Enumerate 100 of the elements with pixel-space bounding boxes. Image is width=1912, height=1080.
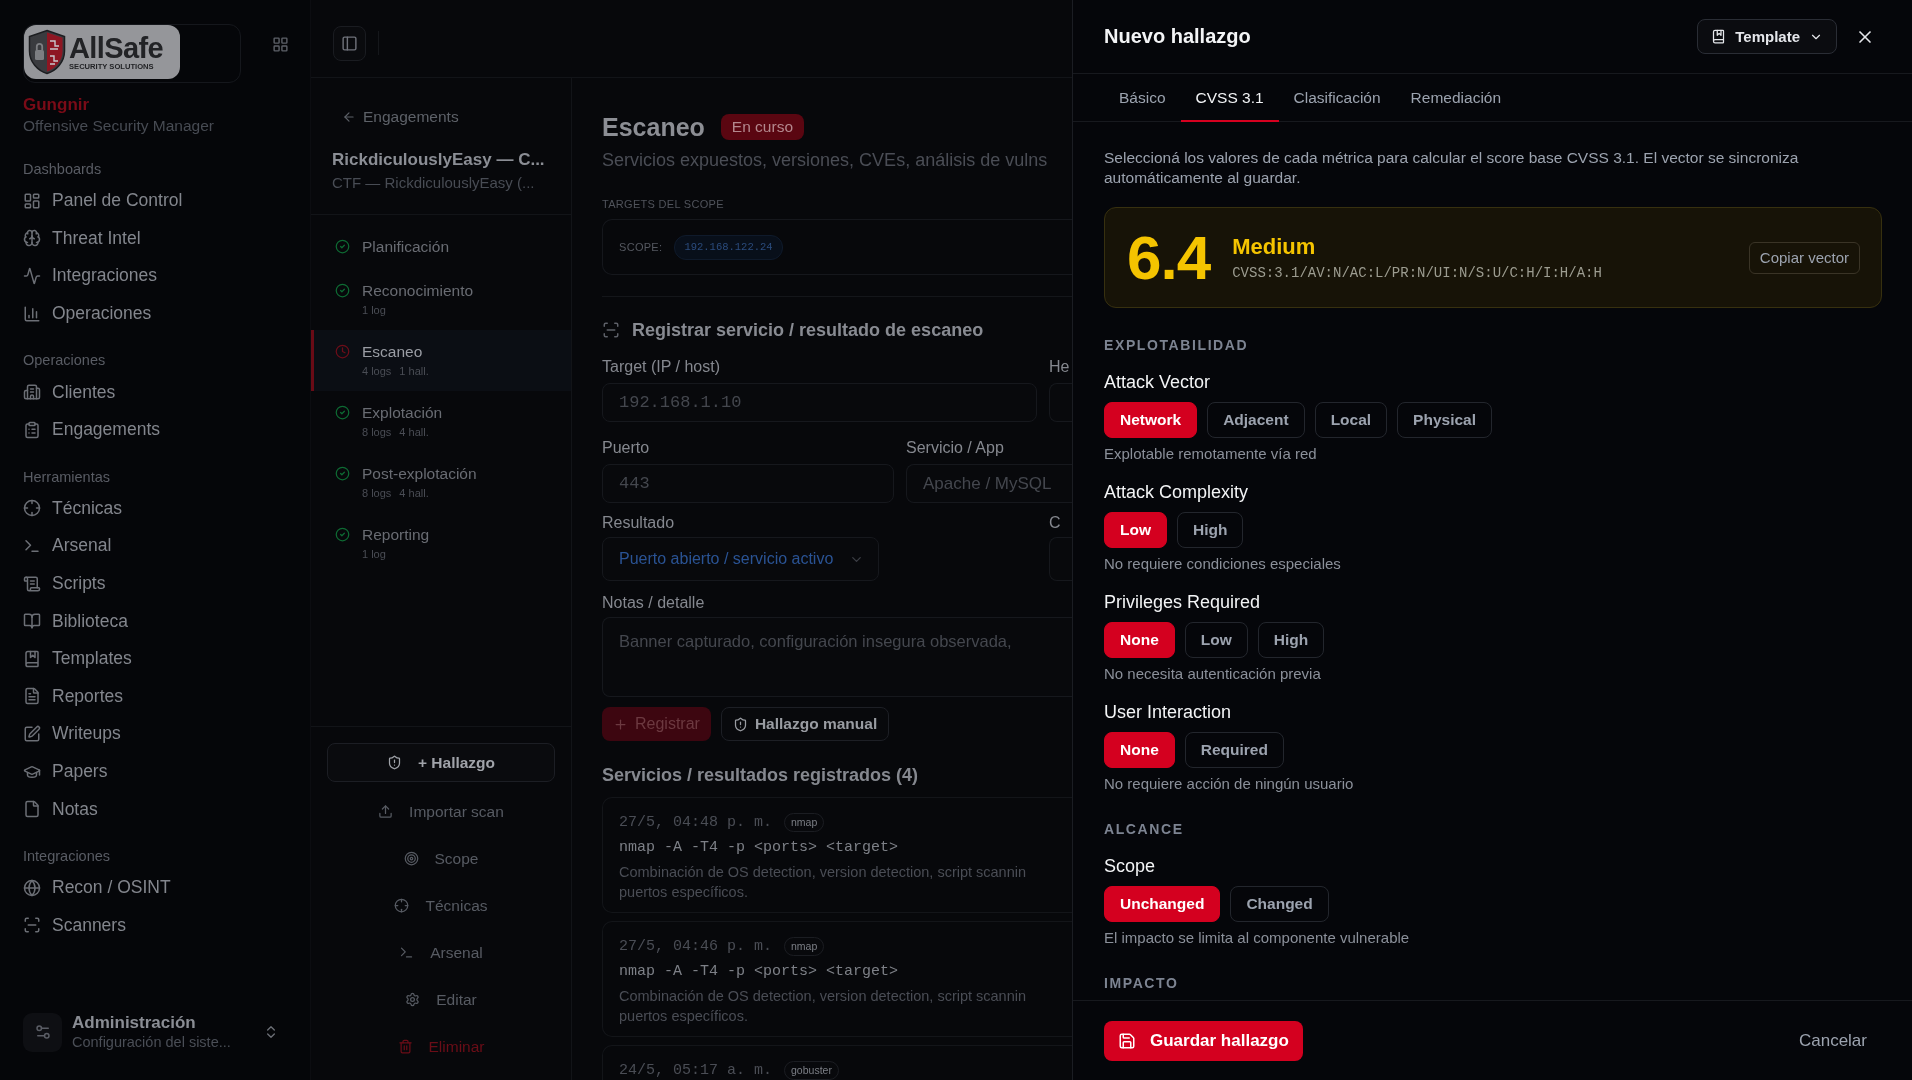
nav-item[interactable]: Panel de Control: [23, 182, 310, 220]
phase-item[interactable]: Reporting 1 log: [311, 513, 571, 574]
nav-item[interactable]: Recon / OSINT: [23, 868, 310, 907]
input-field[interactable]: 192.168.1.10: [602, 383, 1037, 422]
nav-item[interactable]: Papers: [23, 752, 310, 791]
tab[interactable]: Básico: [1104, 74, 1181, 122]
nav-item[interactable]: Clientes: [23, 373, 310, 411]
tab[interactable]: Remediación: [1395, 74, 1517, 122]
nav-item[interactable]: Scanners: [23, 906, 310, 945]
nav-item[interactable]: Integraciones: [23, 257, 310, 295]
nav-item[interactable]: Reportes: [23, 677, 310, 716]
option-button[interactable]: None: [1104, 622, 1175, 658]
clipboard-icon: [23, 420, 41, 439]
nav-item[interactable]: Arsenal: [23, 527, 310, 565]
nav-heading: Operaciones: [23, 351, 107, 371]
action-button[interactable]: Scope: [327, 835, 555, 882]
dashboard-icon: [23, 191, 41, 210]
nav-item[interactable]: Biblioteca: [23, 602, 310, 640]
phase-item[interactable]: Reconocimiento 1 log: [311, 269, 571, 330]
scan-icon: [23, 916, 41, 935]
option-button[interactable]: High: [1257, 622, 1325, 658]
records-heading: Servicios / resultados registrados (4): [602, 764, 920, 787]
crosshair-icon: [394, 898, 410, 913]
nav-item[interactable]: Scripts: [23, 564, 310, 603]
account-title: Administración: [72, 1012, 197, 1033]
metric-label: Attack Complexity: [1104, 481, 1250, 504]
phase-item[interactable]: Planificación: [311, 225, 571, 269]
metric-label: User Interaction: [1104, 701, 1233, 724]
nav-item[interactable]: Técnicas: [23, 489, 310, 528]
metric-label: Scope: [1104, 855, 1157, 878]
metric-hint: No requiere condiciones especiales: [1104, 555, 1342, 573]
action-button[interactable]: Técnicas: [327, 882, 555, 929]
option-button[interactable]: Local: [1314, 402, 1388, 438]
option-button[interactable]: High: [1177, 512, 1244, 548]
notes-field[interactable]: Banner capturado, configuración insegura observada,: [602, 617, 1072, 697]
grid-icon[interactable]: [272, 36, 289, 53]
engagement-subtitle: CTF — RickdiculouslyEasy (...: [332, 173, 536, 193]
app-name: Gungnir: [23, 94, 91, 116]
tool-tag: nmap: [784, 812, 825, 832]
copy-button[interactable]: Copiar vector: [1748, 241, 1860, 274]
option-button[interactable]: Required: [1184, 732, 1284, 768]
phase-title: Escaneo: [602, 112, 705, 142]
record-description: Combinación de OS detection, version detection, script scannin puertos específicos.: [619, 863, 1028, 902]
option-button[interactable]: Low: [1104, 512, 1167, 548]
nav-heading: Dashboards: [23, 160, 103, 179]
nav-heading: Integraciones: [23, 846, 112, 866]
option-button[interactable]: None: [1104, 732, 1175, 768]
metric-hint: No necesita autenticación previa: [1104, 665, 1322, 683]
phase-meta: 4 hall.: [399, 425, 429, 440]
tab[interactable]: Clasificación: [1278, 74, 1396, 122]
app-subtitle: Offensive Security Manager: [23, 116, 215, 136]
nav-item[interactable]: Threat Intel: [23, 219, 310, 258]
metric-label: Privileges Required: [1104, 591, 1262, 614]
target-chip: 192.168.122.24: [674, 234, 783, 260]
cancel-button[interactable]: Cancelar: [1784, 1020, 1881, 1061]
save-button[interactable]: Guardar hallazgo: [1104, 1020, 1303, 1061]
phase-meta: 4 logs: [362, 364, 392, 379]
action-button[interactable]: Editar: [327, 976, 555, 1023]
field-label: Target (IP / host): [602, 357, 721, 377]
pulse-icon: [23, 267, 41, 285]
input-field[interactable]: 443: [602, 464, 894, 503]
action-button[interactable]: Arsenal: [327, 929, 555, 976]
template-button[interactable]: Template: [1697, 19, 1837, 54]
nav-item[interactable]: Engagements: [23, 410, 310, 449]
file-icon: [23, 800, 41, 819]
field-label: Servicio / App: [906, 438, 1005, 458]
back-link[interactable]: Engagements: [332, 106, 459, 128]
section-heading: EXPLOTABILIDAD: [1104, 336, 1250, 354]
shield-alert-icon: [386, 755, 402, 770]
action-button[interactable]: Importar scan: [327, 788, 555, 835]
phase-item[interactable]: Explotación 8 logs 4 hall.: [311, 391, 571, 452]
phase-item[interactable]: Post-explotación 8 logs 4 hall.: [311, 452, 571, 513]
action-button[interactable]: + Hallazgo: [327, 743, 555, 782]
scroll-icon: [23, 574, 41, 593]
option-button[interactable]: Adjacent: [1207, 402, 1305, 438]
nav-item[interactable]: Operaciones: [23, 294, 310, 333]
record-time: 27/5, 04:48 p. m.: [619, 813, 773, 831]
logo-name: AllSafe: [69, 33, 164, 62]
plus-icon: [613, 716, 628, 732]
input-field[interactable]: Apache / MySQL: [906, 464, 1072, 503]
form-title: Registrar servicio / resultado de escaneo: [632, 319, 984, 342]
intro-text: Seleccioná los valores de cada métrica para calcular el score base CVSS 3.1. El vector se sincroniza automáticamente al guardar.: [1104, 148, 1800, 187]
option-button[interactable]: Network: [1104, 402, 1198, 438]
save-icon: [1118, 1031, 1136, 1050]
option-button[interactable]: Physical: [1397, 402, 1492, 438]
scope-label: SCOPE:: [619, 241, 663, 253]
phase-item[interactable]: Escaneo 4 logs 1 hall.: [311, 330, 571, 391]
nav-item[interactable]: Notas: [23, 790, 310, 828]
option-button[interactable]: Unchanged: [1104, 886, 1221, 922]
nav-item[interactable]: Writeups: [23, 715, 310, 753]
nav-item[interactable]: Templates: [23, 639, 310, 678]
option-button[interactable]: Changed: [1230, 886, 1329, 922]
record-time: 27/5, 04:46 p. m.: [619, 937, 773, 955]
field-label: Puerto: [602, 438, 651, 458]
phase-meta: 4 hall.: [399, 486, 429, 501]
sidebar-toggle-button[interactable]: [333, 26, 366, 61]
sliders-icon[interactable]: [23, 1012, 62, 1052]
tab[interactable]: CVSS 3.1: [1180, 74, 1279, 122]
option-button[interactable]: Low: [1184, 622, 1248, 658]
manual-finding-button[interactable]: Hallazgo manual: [720, 707, 890, 741]
